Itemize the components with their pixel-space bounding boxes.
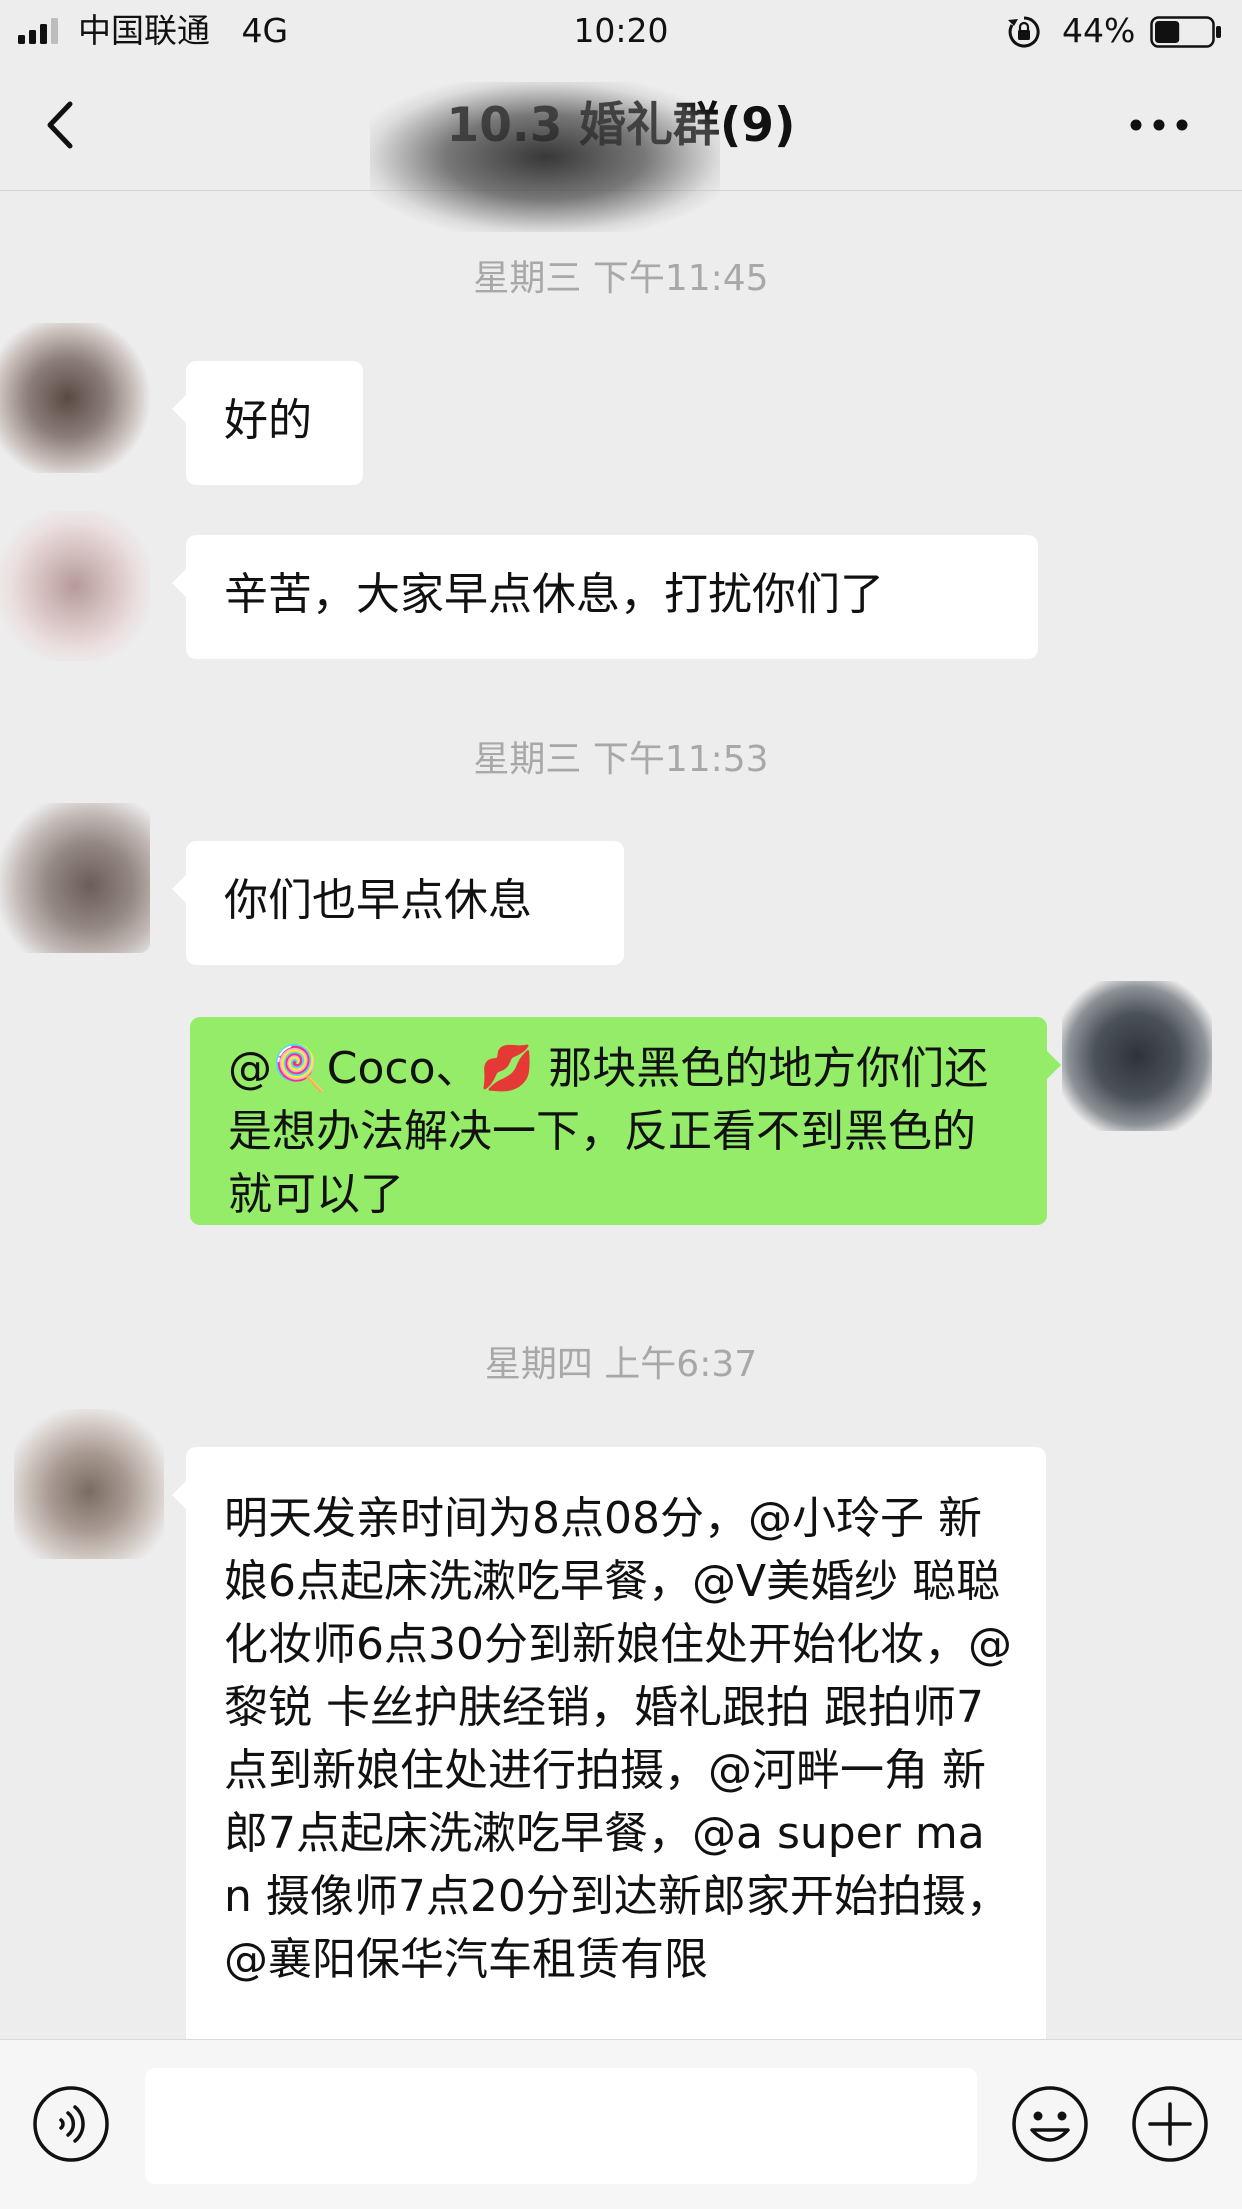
message-bubble[interactable]: 你们也早点休息 <box>172 841 624 965</box>
input-bar <box>0 2039 1242 2209</box>
sender-avatar[interactable] <box>0 511 150 661</box>
back-icon[interactable] <box>38 92 88 158</box>
voice-icon[interactable] <box>31 2084 111 2164</box>
message-timestamp: 星期四 上午6:37 <box>484 1344 758 1385</box>
emoji-icon[interactable] <box>1010 2084 1090 2164</box>
battery-icon <box>1150 16 1221 48</box>
my-avatar[interactable] <box>1062 981 1212 1131</box>
network-type: 4G <box>241 11 289 50</box>
nav-bar: 10.3 婚礼群(9) <box>0 62 1242 232</box>
chat-message-list[interactable]: 星期三 下午11:45 好的 辛苦，大家早点休息，打扰你们了 星期三 下午11:… <box>0 191 1242 2039</box>
status-time: 10:20 <box>573 11 669 50</box>
sender-avatar[interactable] <box>14 1409 164 1559</box>
carrier-name: 中国联通 4G <box>78 11 289 50</box>
message-input[interactable] <box>145 2068 977 2184</box>
sender-avatar[interactable] <box>0 803 150 953</box>
message-bubble[interactable]: 明天发亲时间为8点08分，@小玲子 新娘6点起床洗漱吃早餐，@V美婚纱 聪聪 化… <box>172 1447 1046 2039</box>
message-bubble[interactable]: 辛苦，大家早点休息，打扰你们了 <box>172 535 1038 659</box>
status-bar: 中国联通 4G 10:20 44% <box>0 0 1242 62</box>
signal-icon <box>18 18 58 44</box>
message-timestamp: 星期三 下午11:45 <box>473 258 769 299</box>
plus-icon[interactable] <box>1130 2084 1210 2164</box>
battery-percent: 44% <box>1062 11 1136 50</box>
sender-avatar[interactable] <box>0 323 150 473</box>
more-icon[interactable] <box>1124 100 1194 150</box>
message-bubble-outgoing[interactable]: @🍭Coco、💋 那块黑色的地方你们还是想办法解决一下，反正看不到黑色的就可以了 <box>190 1017 1061 1225</box>
message-bubble[interactable]: 好的 <box>172 361 363 485</box>
message-timestamp: 星期三 下午11:53 <box>473 739 769 780</box>
rotation-lock-icon <box>1008 16 1040 48</box>
